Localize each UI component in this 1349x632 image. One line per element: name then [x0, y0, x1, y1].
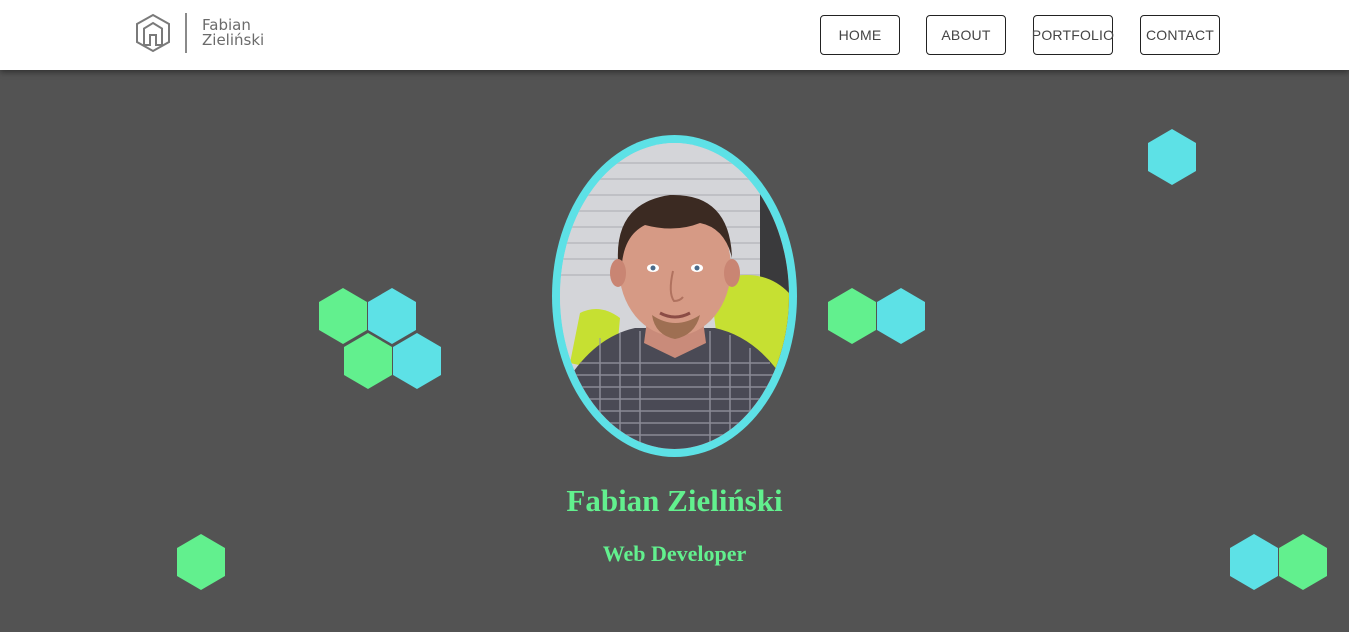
logo-divider: [185, 13, 187, 53]
site-logo[interactable]: Fabian Zieliński: [135, 13, 264, 53]
hero-name: Fabian Zieliński: [566, 483, 783, 518]
person-portrait-icon: [560, 143, 789, 449]
logo-last-name: Zieliński: [202, 31, 265, 49]
house-hexagon-logo-icon: [136, 13, 170, 53]
logo-text: Fabian Zieliński: [202, 18, 264, 48]
hero-role: Web Developer: [602, 541, 747, 566]
decorative-hexagon: [393, 333, 441, 389]
nav-home-button[interactable]: HOME: [820, 15, 900, 55]
decorative-hexagon: [1148, 129, 1196, 185]
nav-contact-button[interactable]: CONTACT: [1140, 15, 1220, 55]
decorative-hexagon: [368, 288, 416, 344]
decorative-hexagon: [319, 288, 367, 344]
profile-photo: [560, 143, 789, 449]
nav-about-button[interactable]: ABOUT: [926, 15, 1006, 55]
hero-section: Fabian Zieliński Web Developer: [0, 70, 1349, 632]
decorative-hexagon: [344, 333, 392, 389]
decorative-hexagon: [877, 288, 925, 344]
decorative-hexagon: [828, 288, 876, 344]
nav-portfolio-button[interactable]: PORTFOLIO: [1032, 15, 1114, 55]
profile-photo-frame: [552, 135, 797, 457]
site-header: Fabian Zieliński HOME ABOUT PORTFOLIO CO…: [0, 0, 1349, 70]
